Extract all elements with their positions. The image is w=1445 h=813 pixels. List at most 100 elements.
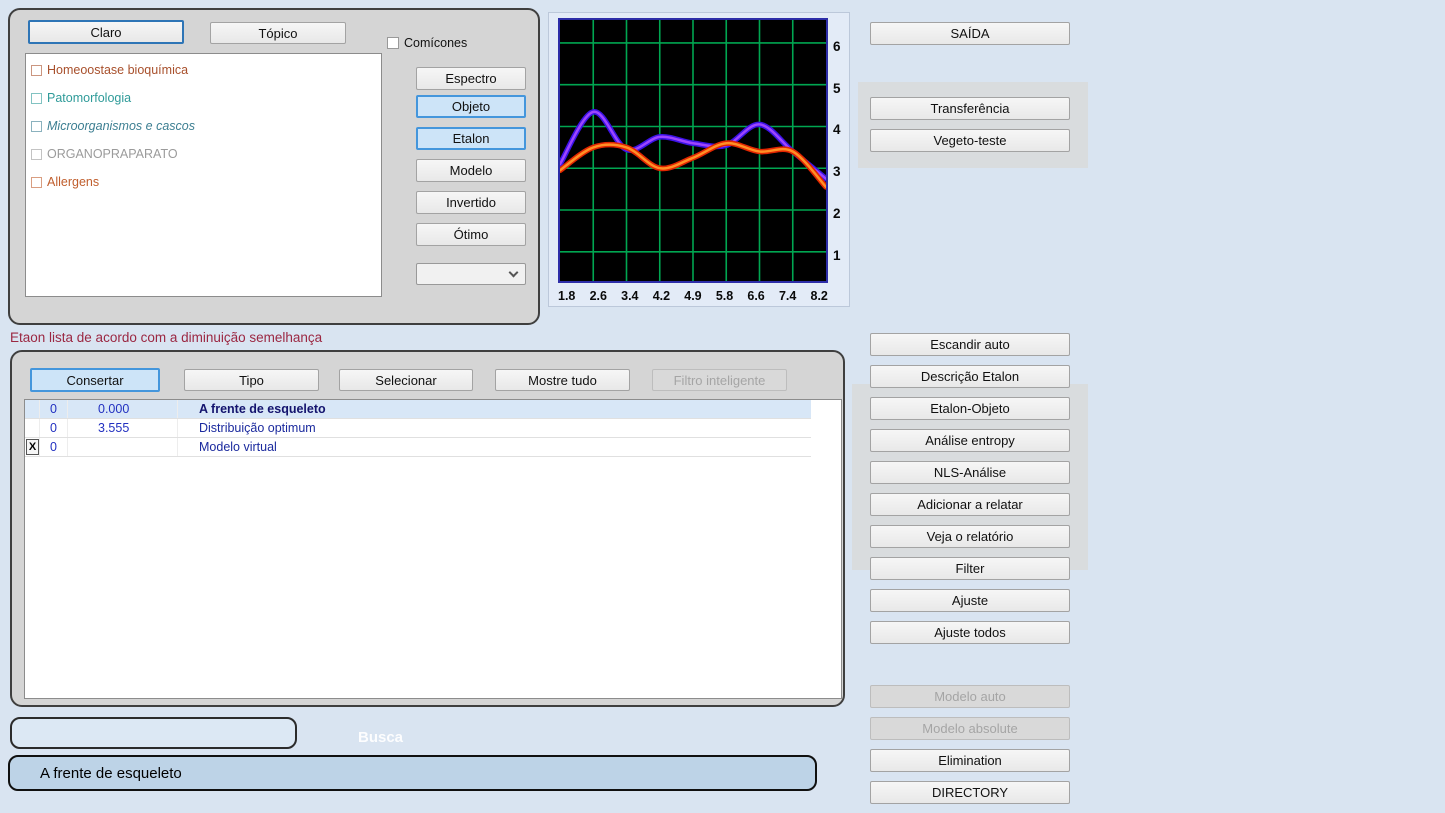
etalon-panel: Consertar Tipo Selecionar Mostre tudo Filtro… [10,350,845,707]
comicones-checkbox[interactable] [387,37,399,49]
action-veja-o-relatorio[interactable]: Veja o relatório [870,525,1070,548]
row-count-cell: 0 [40,400,68,418]
tab-label: Claro [90,25,121,40]
chart-y-axis: 1 2 3 4 5 6 [833,18,850,283]
app-screen: Claro Tópico Comícones Homeoostase bioquí… [0,0,1445,813]
toolbar-selecionar[interactable]: Selecionar [339,369,473,391]
model-modelo-auto: Modelo auto [870,685,1070,708]
x-tick-label: 6.6 [747,289,764,303]
selected-etalon-name: A frente de esqueleto [40,765,182,782]
y-tick-label: 4 [833,122,841,137]
y-tick-label: 5 [833,81,841,96]
etalon-table[interactable]: 00.000A frente de esqueleto03.555Distrib… [24,399,842,699]
row-value-cell: 0.000 [68,400,178,418]
model-buttons: Modelo auto Modelo absolute Elimination DIR… [870,685,1070,804]
x-tick-label: 3.4 [621,289,638,303]
model-directory[interactable]: DIRECTORY [870,781,1070,804]
model-elimination[interactable]: Elimination [870,749,1070,772]
transfer-buttons: Transferência Vegeto-teste [870,97,1070,152]
toolbar-filtro-inteligente: Filtro inteligente [652,369,787,391]
category-list[interactable]: Homeoostase bioquímica Patomorfologia Micr… [25,53,382,297]
category-label: Allergens [47,175,99,189]
category-item-patomorfologia[interactable]: Patomorfologia [26,84,381,112]
mode-dropdown[interactable] [416,263,526,285]
x-tick-label: 4.2 [653,289,670,303]
category-item-homeoostase-bioquimica[interactable]: Homeoostase bioquímica [26,56,381,84]
row-name-cell: Modelo virtual [178,440,811,454]
busca-label: Busca [358,729,403,746]
action-nls-analise[interactable]: NLS-Análise [870,461,1070,484]
vegeto-teste-button[interactable]: Vegeto-teste [870,129,1070,152]
category-checkbox[interactable] [31,65,42,76]
category-label: ORGANOPRAPARATO [47,147,178,161]
toolbar-tipo[interactable]: Tipo [184,369,319,391]
row-count-cell: 0 [40,438,68,456]
action-etalon-objeto[interactable]: Etalon-Objeto [870,397,1070,420]
row-exclude-marker[interactable]: X [26,439,39,455]
model-modelo-absolute: Modelo absolute [870,717,1070,740]
action-ajuste-todos[interactable]: Ajuste todos [870,621,1070,644]
search-input[interactable] [10,717,297,749]
row-count-cell: 0 [40,419,68,437]
table-row[interactable]: 00.000A frente de esqueleto [25,400,811,419]
category-checkbox[interactable] [31,93,42,104]
x-tick-label: 8.2 [811,289,828,303]
row-name-cell: Distribuição optimum [178,421,811,435]
category-item-allergens[interactable]: Allergens [26,168,381,196]
comicones-label: Comícones [404,36,467,50]
saida-button[interactable]: SAÍDA [870,22,1070,45]
category-label: Patomorfologia [47,91,131,105]
toolbar-consertar[interactable]: Consertar [30,368,160,392]
view-button-espectro[interactable]: Espectro [416,67,526,90]
row-value-cell [68,438,178,456]
row-flag-cell: X [25,438,40,456]
etalon-list-heading: Etaon lista de acordo com a diminuição s… [10,330,322,345]
x-tick-label: 7.4 [779,289,796,303]
x-tick-label: 4.9 [684,289,701,303]
action-descricao-etalon[interactable]: Descrição Etalon [870,365,1070,388]
x-tick-label: 5.8 [716,289,733,303]
row-name-cell: A frente de esqueleto [178,402,811,416]
transferencia-button[interactable]: Transferência [870,97,1070,120]
action-buttons: Escandir auto Descrição Etalon Etalon-Obje… [870,333,1070,644]
toolbar-mostre-tudo[interactable]: Mostre tudo [495,369,630,391]
category-checkbox[interactable] [31,177,42,188]
table-row[interactable]: 03.555Distribuição optimum [25,419,811,438]
x-tick-label: 2.6 [590,289,607,303]
category-label: Homeoostase bioquímica [47,63,188,77]
y-tick-label: 6 [833,39,841,54]
tab-topico[interactable]: Tópico [210,22,346,44]
action-adicionar-a-relatar[interactable]: Adicionar a relatar [870,493,1070,516]
comicones-row: Comícones [387,36,467,50]
action-escandir-auto[interactable]: Escandir auto [870,333,1070,356]
view-button-objeto[interactable]: Objeto [416,95,526,118]
category-item-organopraparato[interactable]: ORGANOPRAPARATO [26,140,381,168]
action-ajuste[interactable]: Ajuste [870,589,1070,612]
action-filter[interactable]: Filter [870,557,1070,580]
chevron-down-icon [509,268,519,278]
category-checkbox[interactable] [31,121,42,132]
spectrum-plot [558,18,828,283]
row-flag-cell [25,400,40,418]
row-flag-cell [25,419,40,437]
view-button-modelo[interactable]: Modelo [416,159,526,182]
view-button-invertido[interactable]: Invertido [416,191,526,214]
y-tick-label: 2 [833,206,841,221]
category-checkbox[interactable] [31,149,42,160]
action-analise-entropy[interactable]: Análise entropy [870,429,1070,452]
category-panel: Claro Tópico Comícones Homeoostase bioquí… [8,8,540,325]
view-button-otimo[interactable]: Ótimo [416,223,526,246]
tab-label: Tópico [258,26,297,41]
category-item-microorganismos-e-cascos[interactable]: Microorganismos e cascos [26,112,381,140]
spectrum-chart-panel: 1 2 3 4 5 6 1.8 2.6 3.4 4.2 4.9 5.8 6.6 7.4 8.2 [548,12,850,307]
y-tick-label: 1 [833,248,841,263]
tab-claro[interactable]: Claro [28,20,184,44]
y-tick-label: 3 [833,164,841,179]
x-tick-label: 1.8 [558,289,575,303]
selected-etalon-box: A frente de esqueleto [8,755,817,791]
view-button-etalon[interactable]: Etalon [416,127,526,150]
category-label: Microorganismos e cascos [47,119,195,133]
row-value-cell: 3.555 [68,419,178,437]
table-row[interactable]: X0 Modelo virtual [25,438,811,457]
chart-x-axis: 1.8 2.6 3.4 4.2 4.9 5.8 6.6 7.4 8.2 [558,289,828,303]
